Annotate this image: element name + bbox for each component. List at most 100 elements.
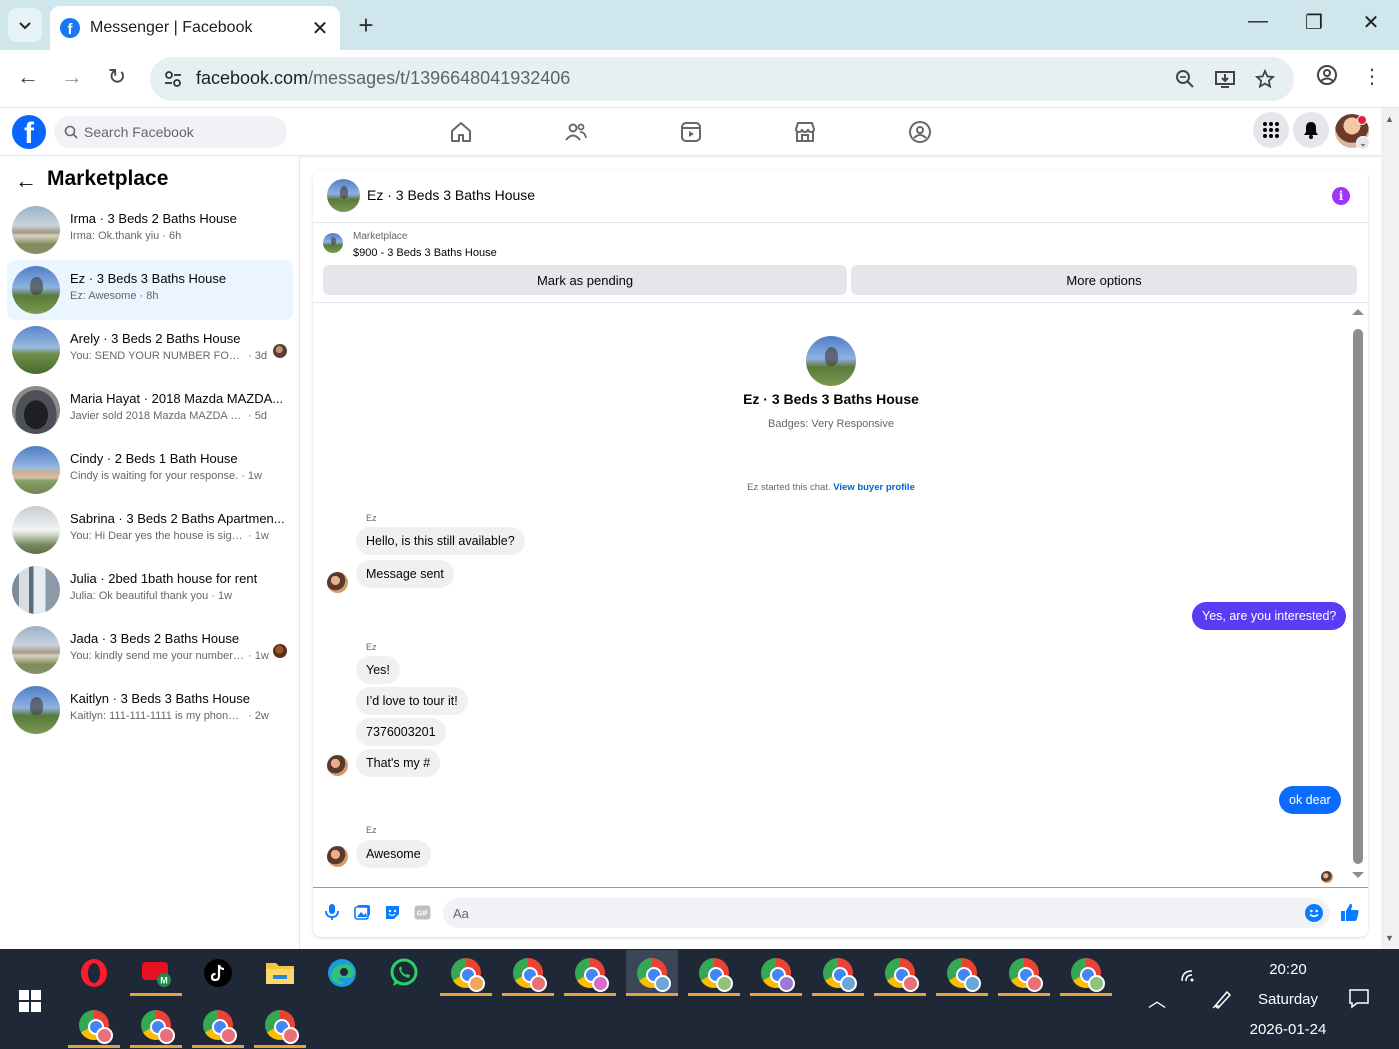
- address-bar[interactable]: facebook.com/messages/t/1396648041932406: [150, 57, 1294, 101]
- notifications-button[interactable]: [1293, 112, 1329, 148]
- emoji-icon[interactable]: [1305, 904, 1323, 922]
- friends-icon[interactable]: [564, 120, 588, 144]
- message-incoming[interactable]: I’d love to tour it!: [356, 687, 468, 715]
- reload-button[interactable]: ↻: [103, 64, 131, 90]
- browser-tab-messenger[interactable]: f Messenger | Facebook ✕: [50, 6, 340, 50]
- chrome-profile-window-icon[interactable]: [564, 950, 616, 996]
- zoom-icon[interactable]: [1172, 66, 1198, 92]
- chrome-profile-window-icon[interactable]: [750, 950, 802, 996]
- tab-search-button[interactable]: [8, 8, 42, 42]
- conversation-item[interactable]: Julia · 2bed 1bath house for rent Julia: …: [7, 560, 293, 620]
- conversation-item[interactable]: Ez · 3 Beds 3 Baths House Ez: Awesome · 8…: [7, 260, 293, 320]
- conversation-item[interactable]: Arely · 3 Beds 2 Baths House You: SEND YO…: [7, 320, 293, 380]
- message-input[interactable]: [453, 905, 1273, 921]
- clock-day[interactable]: Saturday: [1238, 991, 1338, 1008]
- conversation-item[interactable]: Cindy · 2 Beds 1 Bath House Cindy is wait…: [7, 440, 293, 500]
- back-button[interactable]: ←: [14, 64, 42, 90]
- more-options-button[interactable]: More options: [851, 265, 1357, 295]
- chrome-profile-window-icon[interactable]: [936, 950, 988, 996]
- page-scrollbar[interactable]: ▲ ▼: [1381, 108, 1399, 949]
- conversation-item[interactable]: Jada · 3 Beds 2 Baths House You: kindly s…: [7, 620, 293, 680]
- message-incoming[interactable]: 7376003201: [356, 718, 446, 746]
- show-hidden-icons-chevron-icon[interactable]: ︿: [1148, 987, 1166, 1013]
- chrome-profile-window-icon[interactable]: [502, 950, 554, 996]
- new-tab-button[interactable]: +: [352, 10, 380, 41]
- thumbs-up-icon[interactable]: [1339, 901, 1361, 923]
- gif-icon[interactable]: GIF: [413, 903, 431, 921]
- thread-scrollbar[interactable]: [1352, 304, 1364, 887]
- restore-button[interactable]: ❐: [1299, 10, 1329, 35]
- sender-avatar[interactable]: [327, 572, 348, 593]
- listing-price[interactable]: $900 - 3 Beds 3 Baths House: [353, 247, 497, 259]
- bookmark-star-icon[interactable]: [1252, 66, 1278, 92]
- video-icon[interactable]: [679, 120, 703, 144]
- menu-grid-button[interactable]: [1253, 112, 1289, 148]
- sender-avatar[interactable]: [327, 846, 348, 867]
- chevron-down-icon[interactable]: ⌄: [1356, 136, 1370, 150]
- whatsapp-app-icon[interactable]: [378, 950, 430, 996]
- chrome-profile-window-icon[interactable]: [68, 1002, 120, 1048]
- chrome-profile-window-icon[interactable]: [688, 950, 740, 996]
- home-icon[interactable]: [449, 120, 473, 144]
- scroll-up-arrow[interactable]: [1352, 309, 1364, 315]
- clock-date[interactable]: 2026-01-24: [1238, 1021, 1338, 1038]
- notification-center-icon[interactable]: [1348, 987, 1370, 1009]
- groups-icon[interactable]: [908, 120, 932, 144]
- message-incoming[interactable]: Message sent: [356, 560, 454, 588]
- conversation-item[interactable]: Irma · 3 Beds 2 Baths House Irma: Ok.than…: [7, 200, 293, 260]
- message-incoming[interactable]: That's my #: [356, 749, 441, 777]
- minimize-button[interactable]: —: [1243, 10, 1273, 33]
- sender-avatar[interactable]: [327, 755, 348, 776]
- view-buyer-profile-link[interactable]: View buyer profile: [833, 482, 915, 493]
- chrome-profile-window-icon[interactable]: [998, 950, 1050, 996]
- clock-time[interactable]: 20:20: [1238, 961, 1338, 978]
- install-app-icon[interactable]: [1212, 66, 1238, 92]
- chrome-profile-window-icon[interactable]: [254, 1002, 306, 1048]
- chat-avatar[interactable]: [327, 179, 360, 212]
- message-outgoing[interactable]: ok dear: [1279, 786, 1341, 814]
- chrome-profile-window-icon[interactable]: [812, 950, 864, 996]
- chrome-profile-window-icon[interactable]: [626, 950, 678, 996]
- chrome-profile-window-icon[interactable]: [130, 1002, 182, 1048]
- chrome-profile-window-icon[interactable]: [192, 1002, 244, 1048]
- edge-app-icon[interactable]: [316, 950, 368, 996]
- profile-icon[interactable]: [1314, 64, 1340, 92]
- scroll-down-arrow[interactable]: ▼: [1385, 933, 1394, 943]
- conversation-item[interactable]: Maria Hayat · 2018 Mazda MAZDA... Javier …: [7, 380, 293, 440]
- pen-icon[interactable]: [1211, 988, 1233, 1010]
- forward-button[interactable]: →: [58, 64, 86, 90]
- close-window-button[interactable]: ✕: [1356, 10, 1386, 35]
- chrome-profile-window-icon[interactable]: [440, 950, 492, 996]
- search-input[interactable]: [84, 124, 274, 140]
- site-settings-icon[interactable]: [162, 68, 184, 90]
- close-tab-icon[interactable]: ✕: [310, 16, 330, 41]
- message-outgoing[interactable]: Yes, are you interested?: [1192, 602, 1347, 630]
- message-incoming[interactable]: Awesome: [356, 840, 431, 868]
- message-incoming[interactable]: Hello, is this still available?: [356, 527, 525, 555]
- back-arrow-icon[interactable]: ←: [15, 168, 37, 194]
- chrome-profile-window-icon[interactable]: [874, 950, 926, 996]
- photo-icon[interactable]: [353, 903, 371, 921]
- conversation-item[interactable]: Sabrina · 3 Beds 2 Baths Apartmen... You:…: [7, 500, 293, 560]
- marketplace-icon[interactable]: [793, 120, 817, 144]
- browser-menu-icon[interactable]: ⋮: [1359, 64, 1385, 89]
- facebook-search[interactable]: [54, 116, 287, 148]
- chat-title[interactable]: Ez · 3 Beds 3 Baths House: [367, 187, 535, 203]
- microphone-icon[interactable]: [323, 903, 341, 921]
- chrome-profile-window-icon[interactable]: [1060, 950, 1112, 996]
- conversation-item[interactable]: Kaitlyn · 3 Beds 3 Baths House Kaitlyn: 1…: [7, 680, 293, 740]
- sticker-icon[interactable]: [383, 903, 401, 921]
- file-explorer-icon[interactable]: [254, 950, 306, 996]
- listing-thumbnail[interactable]: [323, 233, 343, 253]
- tiktok-app-icon[interactable]: [192, 950, 244, 996]
- scroll-up-arrow[interactable]: ▲: [1385, 114, 1394, 124]
- scrollbar-thumb[interactable]: [1353, 329, 1363, 864]
- windows-start-icon[interactable]: [19, 990, 41, 1012]
- scroll-down-arrow[interactable]: [1352, 872, 1364, 878]
- media-app-icon[interactable]: M: [130, 950, 182, 996]
- info-icon[interactable]: i: [1332, 187, 1350, 205]
- facebook-logo-icon[interactable]: f: [12, 115, 46, 149]
- message-incoming[interactable]: Yes!: [356, 656, 400, 684]
- wifi-icon[interactable]: [1180, 965, 1198, 983]
- mark-as-pending-button[interactable]: Mark as pending: [323, 265, 847, 295]
